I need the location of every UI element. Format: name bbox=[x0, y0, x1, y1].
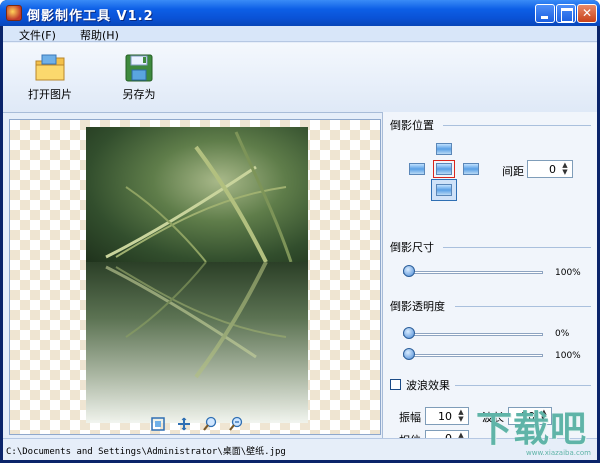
spacing-spinner[interactable]: 0 ▲ ▼ bbox=[527, 160, 573, 178]
toolbar: 打开图片 另存为 bbox=[3, 43, 597, 113]
position-left-button[interactable] bbox=[406, 160, 428, 178]
opacity-end-slider[interactable] bbox=[403, 348, 543, 360]
app-window: 倒影制作工具 V1.2 ✕ 文件(F) 帮助(H) 打开图片 另存为 倒影位置 … bbox=[0, 0, 600, 463]
file-path: C:\Documents and Settings\Administrator\… bbox=[6, 447, 286, 457]
folder-icon bbox=[35, 54, 65, 81]
wave-label: 波浪效果 bbox=[406, 379, 450, 392]
close-button[interactable]: ✕ bbox=[577, 4, 597, 23]
position-bottom-button[interactable] bbox=[431, 179, 457, 201]
size-title: 倒影尺寸 bbox=[390, 241, 434, 254]
floppy-disk-icon bbox=[125, 54, 153, 82]
wheat-photo bbox=[86, 127, 308, 262]
position-title: 倒影位置 bbox=[390, 119, 434, 132]
position-right-button[interactable] bbox=[460, 160, 482, 178]
site-watermark: 下载吧 www.xiazaiba.com bbox=[470, 400, 600, 463]
zoom-original-icon[interactable] bbox=[202, 416, 218, 432]
divider bbox=[443, 125, 591, 126]
menu-bar: 文件(F) 帮助(H) bbox=[3, 26, 597, 42]
opacity-start-percent: 0% bbox=[555, 329, 570, 339]
open-image-label: 打开图片 bbox=[28, 88, 72, 101]
fit-icon[interactable] bbox=[150, 416, 166, 432]
slider-thumb[interactable] bbox=[403, 327, 415, 339]
opacity-start-slider[interactable] bbox=[403, 327, 543, 339]
wave-checkbox[interactable] bbox=[390, 379, 401, 390]
amplitude-spinner[interactable]: 10 ▲ ▼ bbox=[425, 407, 469, 425]
window-title: 倒影制作工具 V1.2 bbox=[27, 9, 154, 24]
reflection-photo bbox=[86, 262, 308, 423]
menu-file[interactable]: 文件(F) bbox=[19, 27, 56, 43]
spinner-arrows-icon[interactable]: ▲▼ bbox=[455, 409, 467, 423]
size-percent: 100% bbox=[555, 268, 581, 278]
preview-image bbox=[86, 127, 308, 423]
spinner-arrows-icon[interactable]: ▲▼ bbox=[559, 162, 571, 176]
position-top-button[interactable] bbox=[433, 140, 455, 158]
title-bar[interactable]: 倒影制作工具 V1.2 ✕ bbox=[0, 0, 600, 26]
preview-canvas[interactable] bbox=[9, 119, 381, 435]
open-image-button[interactable]: 打开图片 bbox=[15, 53, 85, 109]
amplitude-value: 10 bbox=[438, 410, 452, 423]
divider bbox=[443, 247, 591, 248]
save-as-button[interactable]: 另存为 bbox=[104, 53, 174, 109]
watermark-url: www.xiazaiba.com bbox=[526, 449, 591, 457]
maximize-button[interactable] bbox=[556, 4, 576, 23]
menu-help[interactable]: 帮助(H) bbox=[80, 27, 119, 43]
app-icon bbox=[6, 5, 22, 21]
position-center-button[interactable] bbox=[433, 160, 455, 178]
slider-thumb[interactable] bbox=[403, 265, 415, 277]
zoom-toolbar bbox=[150, 416, 250, 432]
client-area: 文件(F) 帮助(H) 打开图片 另存为 倒影位置 间距 0 ▲ ▼ 倒影尺寸 … bbox=[3, 26, 597, 460]
divider bbox=[455, 385, 591, 386]
settings-panel: 倒影位置 间距 0 ▲ ▼ 倒影尺寸 100% 倒影透明度 0% 100% 波浪… bbox=[382, 112, 597, 447]
zoom-in-icon[interactable] bbox=[176, 416, 192, 432]
opacity-title: 倒影透明度 bbox=[390, 300, 445, 313]
amplitude-label: 振幅 bbox=[399, 411, 421, 424]
divider bbox=[455, 306, 591, 307]
watermark-text: 下载吧 bbox=[476, 409, 588, 450]
opacity-end-percent: 100% bbox=[555, 351, 581, 361]
save-as-label: 另存为 bbox=[122, 88, 156, 101]
size-slider[interactable] bbox=[403, 265, 543, 277]
zoom-out-icon[interactable] bbox=[228, 416, 244, 432]
slider-thumb[interactable] bbox=[403, 348, 415, 360]
spacing-label: 间距 bbox=[502, 165, 524, 178]
minimize-button[interactable] bbox=[535, 4, 555, 23]
spacing-value: 0 bbox=[549, 163, 556, 176]
